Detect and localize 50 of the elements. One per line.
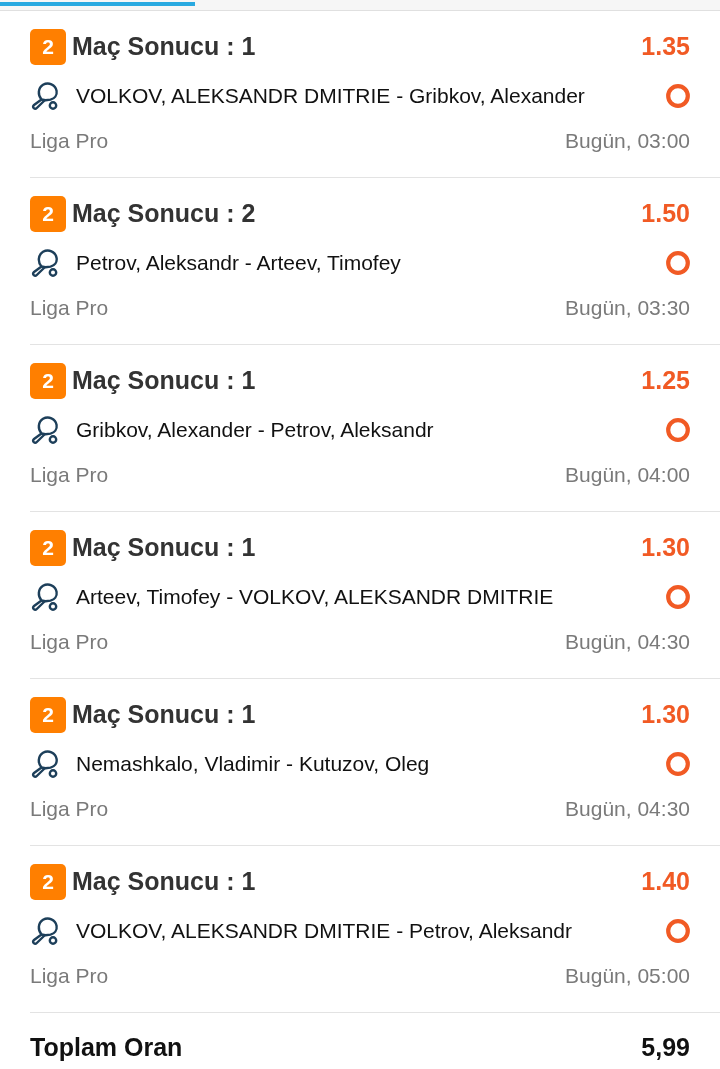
status-ring-icon xyxy=(666,251,690,275)
market-title: Maç Sonucu : 1 xyxy=(72,31,256,63)
odds-value: 1.30 xyxy=(641,532,690,564)
odds-value: 1.25 xyxy=(641,365,690,397)
odds-value: 1.35 xyxy=(641,31,690,63)
match-name: Gribkov, Alexander - Petrov, Aleksandr xyxy=(76,417,434,444)
market-title: Maç Sonucu : 2 xyxy=(72,198,256,230)
match-name: VOLKOV, ALEKSANDR DMITRIE - Gribkov, Alexander xyxy=(76,83,585,110)
count-badge: 2 xyxy=(30,864,66,900)
count-badge: 2 xyxy=(30,697,66,733)
league-name: Liga Pro xyxy=(30,295,109,322)
odds-value: 1.30 xyxy=(641,699,690,731)
market-title: Maç Sonucu : 1 xyxy=(72,532,256,564)
table-tennis-paddle-icon xyxy=(30,582,60,612)
match-name: Arteev, Timofey - VOLKOV, ALEKSANDR DMITRIE xyxy=(76,584,554,611)
league-name: Liga Pro xyxy=(30,796,109,823)
status-ring-icon xyxy=(666,84,690,108)
league-name: Liga Pro xyxy=(30,629,109,656)
table-tennis-paddle-icon xyxy=(30,916,60,946)
status-ring-icon xyxy=(666,752,690,776)
match-name: VOLKOV, ALEKSANDR DMITRIE - Petrov, Aleksandr xyxy=(76,918,572,945)
total-label: Toplam Oran xyxy=(30,1032,183,1064)
table-tennis-paddle-icon xyxy=(30,749,60,779)
market-title: Maç Sonucu : 1 xyxy=(72,699,256,731)
table-tennis-paddle-icon xyxy=(30,248,60,278)
table-tennis-paddle-icon xyxy=(30,81,60,111)
match-time: Bugün, 05:00 xyxy=(565,963,690,990)
status-ring-icon xyxy=(666,418,690,442)
odds-value: 1.40 xyxy=(641,866,690,898)
league-name: Liga Pro xyxy=(30,462,109,489)
odds-value: 1.50 xyxy=(641,198,690,230)
count-badge: 2 xyxy=(30,363,66,399)
league-name: Liga Pro xyxy=(30,963,109,990)
match-time: Bugün, 04:00 xyxy=(565,462,690,489)
status-ring-icon xyxy=(666,919,690,943)
match-time: Bugün, 04:30 xyxy=(565,796,690,823)
total-value: 5,99 xyxy=(641,1032,690,1064)
match-name: Petrov, Aleksandr - Arteev, Timofey xyxy=(76,250,401,277)
count-badge: 2 xyxy=(30,29,66,65)
market-title: Maç Sonucu : 1 xyxy=(72,866,256,898)
match-time: Bugün, 03:00 xyxy=(565,128,690,155)
league-name: Liga Pro xyxy=(30,128,109,155)
match-name: Nemashkalo, Vladimir - Kutuzov, Oleg xyxy=(76,751,430,778)
market-title: Maç Sonucu : 1 xyxy=(72,365,256,397)
match-time: Bugün, 03:30 xyxy=(565,295,690,322)
table-tennis-paddle-icon xyxy=(30,415,60,445)
count-badge: 2 xyxy=(30,196,66,232)
count-badge: 2 xyxy=(30,530,66,566)
status-ring-icon xyxy=(666,585,690,609)
match-time: Bugün, 04:30 xyxy=(565,629,690,656)
